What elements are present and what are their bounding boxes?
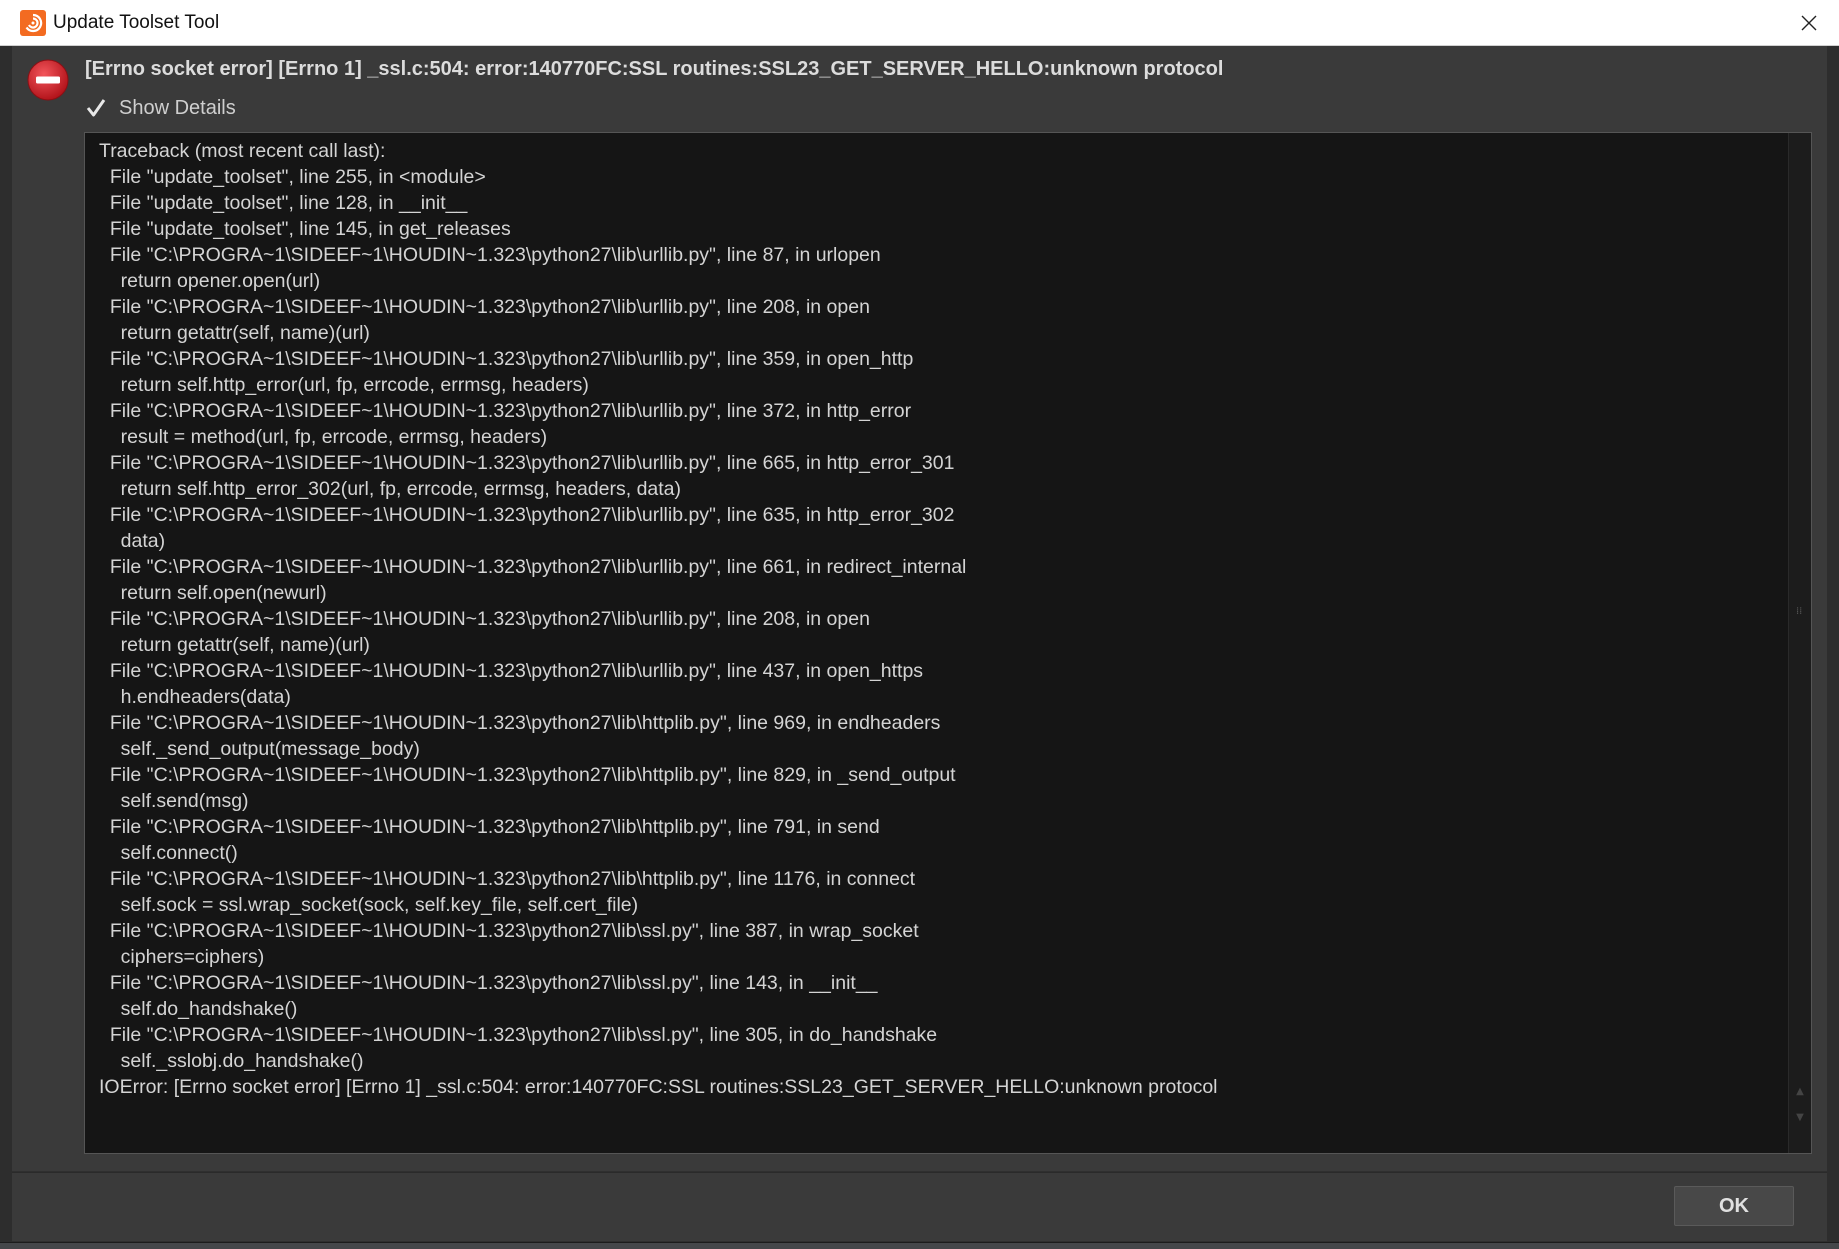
traceback-line: File "C:\PROGRA~1\SIDEEF~1\HOUDIN~1.323\… [99, 1024, 938, 1046]
traceback-line: File "C:\PROGRA~1\SIDEEF~1\HOUDIN~1.323\… [99, 556, 967, 578]
traceback-line: File "update_toolset", line 128, in __in… [99, 192, 468, 214]
scroll-up-arrow-icon[interactable]: ▲ [1789, 1079, 1811, 1103]
traceback-text: Traceback (most recent call last): File … [85, 133, 1790, 1153]
traceback-line: return opener.open(url) [99, 270, 321, 292]
scroll-down-arrow-icon[interactable]: ▼ [1789, 1105, 1811, 1129]
checkmark-icon [86, 99, 106, 117]
traceback-line: result = method(url, fp, errcode, errmsg… [99, 426, 548, 448]
dialog-footer: OK [12, 1172, 1827, 1241]
traceback-line: data) [99, 530, 166, 552]
traceback-line: File "update_toolset", line 145, in get_… [99, 218, 511, 240]
traceback-line: File "update_toolset", line 255, in <mod… [99, 166, 486, 188]
close-icon [1801, 15, 1817, 30]
window-title: Update Toolset Tool [53, 11, 220, 33]
error-stop-icon [27, 59, 69, 101]
checkbox[interactable] [85, 97, 107, 119]
close-button[interactable] [1779, 0, 1839, 45]
traceback-line: return getattr(self, name)(url) [99, 322, 370, 344]
ok-button[interactable]: OK [1674, 1186, 1794, 1226]
dialog-right-frame [1827, 46, 1839, 1242]
traceback-line: File "C:\PROGRA~1\SIDEEF~1\HOUDIN~1.323\… [99, 504, 955, 526]
traceback-line: ciphers=ciphers) [99, 946, 265, 968]
dialog-window: Update Toolset Tool [Errno socket error]… [0, 0, 1839, 1243]
traceback-line: File "C:\PROGRA~1\SIDEEF~1\HOUDIN~1.323\… [99, 972, 878, 994]
traceback-line: self.connect() [99, 842, 238, 864]
traceback-line: File "C:\PROGRA~1\SIDEEF~1\HOUDIN~1.323\… [99, 348, 914, 370]
traceback-text-area[interactable]: Traceback (most recent call last): File … [84, 132, 1812, 1154]
traceback-line: return self.http_error(url, fp, errcode,… [99, 374, 589, 396]
traceback-line: File "C:\PROGRA~1\SIDEEF~1\HOUDIN~1.323\… [99, 712, 941, 734]
traceback-line: IOError: [Errno socket error] [Errno 1] … [99, 1076, 1218, 1098]
traceback-line: return self.http_error_302(url, fp, errc… [99, 478, 682, 500]
traceback-line: self.send(msg) [99, 790, 249, 812]
traceback-line: h.endheaders(data) [99, 686, 291, 708]
traceback-line: File "C:\PROGRA~1\SIDEEF~1\HOUDIN~1.323\… [99, 400, 912, 422]
vertical-scrollbar[interactable]: ⁞⁞ ▲ ▼ [1788, 133, 1811, 1153]
traceback-line: File "C:\PROGRA~1\SIDEEF~1\HOUDIN~1.323\… [99, 816, 880, 838]
resize-grip-icon: ⁞⁞ [1796, 606, 1803, 617]
error-message: [Errno socket error] [Errno 1] _ssl.c:50… [85, 58, 1224, 80]
traceback-line: Traceback (most recent call last): [99, 140, 386, 162]
dialog-content: [Errno socket error] [Errno 1] _ssl.c:50… [12, 46, 1827, 1171]
show-details-label: Show Details [119, 96, 236, 119]
traceback-line: self.do_handshake() [99, 998, 298, 1020]
traceback-line: File "C:\PROGRA~1\SIDEEF~1\HOUDIN~1.323\… [99, 868, 916, 890]
show-details-toggle[interactable]: Show Details [85, 94, 236, 122]
title-bar[interactable]: Update Toolset Tool [0, 0, 1839, 46]
traceback-line: File "C:\PROGRA~1\SIDEEF~1\HOUDIN~1.323\… [99, 244, 881, 266]
dialog-left-frame [0, 46, 12, 1242]
traceback-line: File "C:\PROGRA~1\SIDEEF~1\HOUDIN~1.323\… [99, 608, 870, 630]
traceback-line: return self.open(newurl) [99, 582, 327, 604]
traceback-line: File "C:\PROGRA~1\SIDEEF~1\HOUDIN~1.323\… [99, 920, 919, 942]
traceback-line: File "C:\PROGRA~1\SIDEEF~1\HOUDIN~1.323\… [99, 660, 924, 682]
traceback-line: self._sslobj.do_handshake() [99, 1050, 364, 1072]
houdini-app-icon [20, 9, 46, 36]
traceback-line: self._send_output(message_body) [99, 738, 420, 760]
traceback-line: File "C:\PROGRA~1\SIDEEF~1\HOUDIN~1.323\… [99, 296, 870, 318]
traceback-line: return getattr(self, name)(url) [99, 634, 370, 656]
traceback-line: File "C:\PROGRA~1\SIDEEF~1\HOUDIN~1.323\… [99, 452, 955, 474]
traceback-line: File "C:\PROGRA~1\SIDEEF~1\HOUDIN~1.323\… [99, 764, 956, 786]
traceback-line: self.sock = ssl.wrap_socket(sock, self.k… [99, 894, 639, 916]
